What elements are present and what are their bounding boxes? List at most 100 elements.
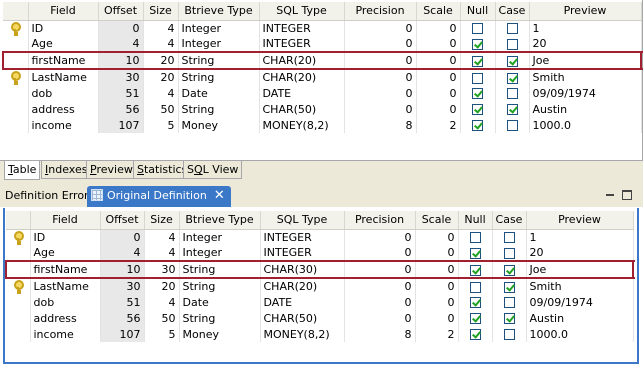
scale-cell[interactable]: 0 [416, 101, 461, 117]
column-header[interactable]: Precision [344, 2, 417, 21]
sql-type-cell[interactable]: CHAR(50) [259, 101, 345, 117]
case-checkbox[interactable] [506, 88, 518, 99]
null-checkbox[interactable] [472, 55, 483, 67]
table-view-tabs: Table Indexes Preview Statistics SQL View [0, 160, 643, 181]
case-checkbox[interactable] [506, 38, 518, 50]
scale-cell[interactable]: 0 [416, 51, 461, 70]
column-header[interactable]: Null [460, 2, 496, 21]
maximize-icon[interactable] [622, 190, 632, 200]
null-checkbox[interactable] [472, 72, 483, 84]
field-cell[interactable]: Age [28, 36, 99, 52]
tab-label-suffix: ndexes [48, 163, 88, 176]
precision-cell[interactable]: 0 [344, 69, 417, 85]
btrieve-type-cell[interactable]: Date [178, 85, 260, 101]
sql-type-cell[interactable]: DATE [259, 85, 345, 101]
btrieve-type-cell[interactable]: String [178, 51, 260, 70]
field-cell[interactable]: address [28, 101, 99, 117]
scale-cell[interactable]: 0 [416, 36, 461, 52]
tab-sql-view[interactable]: SQL View [183, 161, 243, 179]
precision-cell[interactable]: 0 [344, 51, 417, 70]
column-header[interactable]: Btrieve Type [178, 2, 260, 21]
case-checkbox[interactable] [506, 23, 518, 35]
case-checkbox[interactable] [506, 120, 518, 131]
btrieve-type-cell[interactable]: Money [178, 117, 260, 133]
size-cell[interactable]: 4 [143, 85, 179, 101]
tab-label-suffix: review [96, 163, 133, 176]
null-cell [460, 85, 496, 101]
field-cell[interactable]: firstName [28, 51, 99, 70]
preview-cell: Austin [529, 101, 642, 117]
table-row[interactable]: Age 4 4 Integer INTEGER 0 0 20 [3, 36, 642, 52]
table-row[interactable]: address5650StringCHAR(50)00Austin... [3, 101, 642, 117]
offset-cell[interactable]: 56 [98, 101, 144, 117]
btrieve-type-cell[interactable]: Integer [178, 36, 260, 52]
null-checkbox[interactable] [472, 88, 483, 99]
tab-indexes[interactable]: Indexes [41, 161, 92, 179]
sql-type-cell[interactable]: CHAR(20) [259, 69, 345, 85]
column-header[interactable]: Scale [416, 2, 461, 21]
size-cell[interactable]: 20 [143, 51, 179, 70]
size-cell[interactable]: 20 [143, 69, 179, 85]
sql-type-cell[interactable]: INTEGER [259, 20, 345, 36]
tab-original-definition[interactable]: Original Definition ✕ [87, 186, 231, 207]
tab-preview[interactable]: Preview [86, 161, 137, 179]
precision-cell[interactable]: 0 [344, 20, 417, 36]
precision-cell[interactable]: 0 [344, 101, 417, 117]
table-row[interactable]: firstName 10 20 String CHAR(20) 0 0 Joe [2, 51, 642, 70]
sql-type-cell[interactable]: MONEY(8,2) [259, 117, 345, 133]
table-row[interactable]: income 107 5 Money MONEY(8,2) 8 2 1000.0 [3, 117, 642, 133]
case-checkbox[interactable] [506, 104, 518, 115]
offset-cell[interactable]: 10 [98, 51, 144, 70]
null-checkbox[interactable] [472, 38, 483, 50]
field-cell[interactable]: LastName [28, 69, 99, 85]
tab-definition-errors[interactable]: Definition Errors [0, 186, 99, 207]
sql-type-cell[interactable]: INTEGER [259, 36, 345, 52]
scale-cell[interactable]: 0 [416, 85, 461, 101]
offset-cell[interactable]: 51 [98, 85, 144, 101]
column-header[interactable]: Case [495, 2, 530, 21]
table-row[interactable]: ID 0 4 Integer INTEGER 0 0 1 [3, 20, 642, 36]
offset-cell[interactable]: 4 [98, 36, 144, 52]
precision-cell[interactable]: 0 [344, 36, 417, 52]
minimize-icon[interactable] [605, 190, 615, 200]
column-header[interactable]: Size [143, 2, 179, 21]
btrieve-type-cell[interactable]: Integer [178, 20, 260, 36]
offset-cell[interactable]: 30 [98, 69, 144, 85]
case-checkbox[interactable] [506, 72, 518, 84]
case-cell [495, 36, 530, 52]
field-cell[interactable]: ID [28, 20, 99, 36]
size-cell[interactable]: 4 [143, 36, 179, 52]
offset-cell[interactable]: 0 [98, 20, 144, 36]
tab-label-prefix: S [187, 163, 194, 176]
table-row[interactable]: LastName 30 20 String CHAR(20) 0 0 Smith [3, 69, 642, 85]
scale-cell[interactable]: 0 [416, 69, 461, 85]
column-header[interactable]: Field [28, 2, 99, 21]
column-header[interactable]: Offset [98, 2, 144, 21]
field-cell[interactable]: dob [28, 85, 99, 101]
null-checkbox[interactable] [472, 120, 483, 131]
column-header[interactable]: SQL Type [259, 2, 345, 21]
size-cell[interactable]: 5 [143, 117, 179, 133]
close-icon[interactable]: ✕ [214, 186, 225, 206]
column-header[interactable]: Preview [529, 2, 642, 21]
scale-cell[interactable]: 0 [416, 20, 461, 36]
field-cell[interactable]: income [28, 117, 99, 133]
scale-cell[interactable]: 2 [416, 117, 461, 133]
btrieve-type-cell[interactable]: String [178, 69, 260, 85]
offset-cell[interactable]: 107 [98, 117, 144, 133]
preview-cell: 1000.0 [529, 117, 642, 133]
null-checkbox[interactable] [472, 104, 483, 115]
precision-cell[interactable]: 0 [344, 85, 417, 101]
precision-cell[interactable]: 8 [344, 117, 417, 133]
case-checkbox[interactable] [506, 55, 518, 67]
btrieve-type-cell[interactable]: String [178, 101, 260, 117]
sql-type-cell[interactable]: CHAR(20) [259, 51, 345, 70]
size-cell[interactable]: 4 [143, 20, 179, 36]
null-cell [460, 69, 496, 85]
tab-table[interactable]: Table [4, 161, 41, 180]
size-cell[interactable]: 50 [143, 101, 179, 117]
tab-mnemonic: Q [193, 163, 203, 176]
key-column-header[interactable] [3, 2, 29, 21]
table-row[interactable]: dob 51 4 Date DATE 0 0 09/09/1974 [3, 85, 642, 101]
null-checkbox[interactable] [472, 23, 483, 35]
